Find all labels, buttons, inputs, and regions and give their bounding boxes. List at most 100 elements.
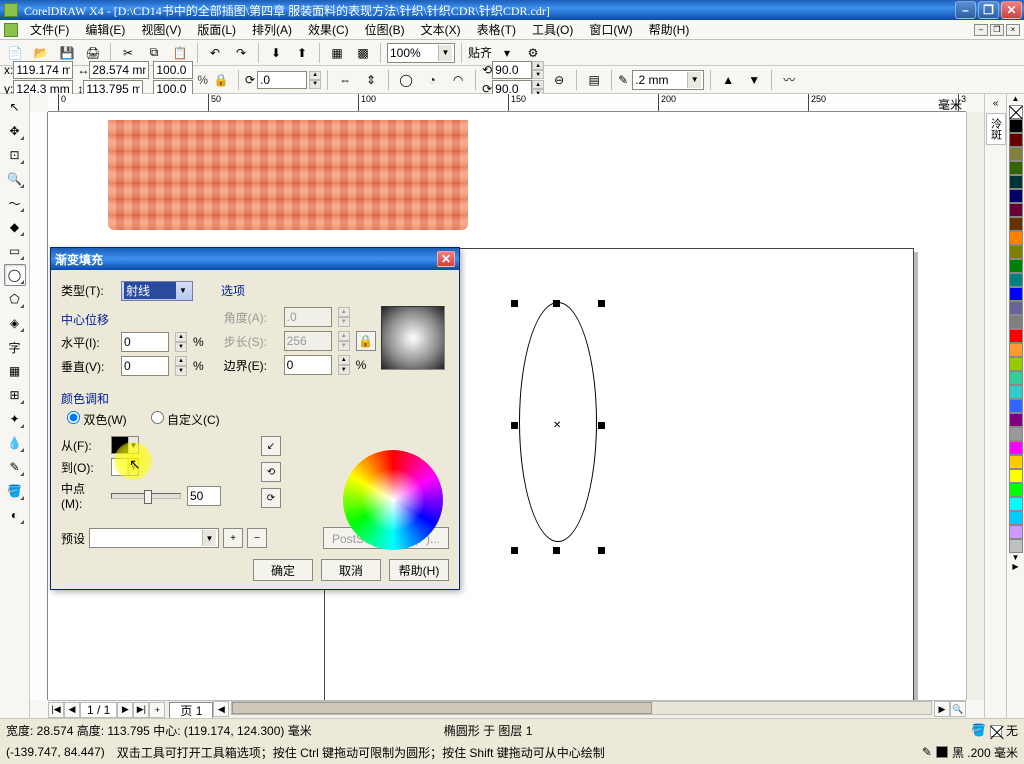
close-button[interactable]: ✕	[1001, 1, 1022, 19]
palette-swatch[interactable]	[1009, 245, 1023, 259]
palette-swatch[interactable]	[1009, 147, 1023, 161]
app-launcher[interactable]: ▦	[326, 42, 348, 64]
navigator-icon[interactable]: 🔍	[950, 701, 966, 717]
table-tool[interactable]: ▦	[4, 360, 26, 382]
edgepad-spinner[interactable]: ▲▼	[338, 355, 350, 375]
selected-ellipse[interactable]: ✕	[513, 302, 603, 552]
horiz-spinner[interactable]: ▲▼	[175, 332, 187, 352]
preset-remove-button[interactable]: −	[247, 528, 267, 548]
ok-button[interactable]: 确定	[253, 559, 313, 581]
hscroll-left[interactable]: ◀	[213, 701, 229, 717]
text-tool[interactable]: 字	[4, 336, 26, 358]
preset-add-button[interactable]: +	[223, 528, 243, 548]
menu-tools[interactable]: 工具(O)	[528, 20, 577, 39]
color-wheel[interactable]	[343, 450, 443, 550]
polygon-tool[interactable]: ⬠	[4, 288, 26, 310]
palette-swatch[interactable]	[1009, 329, 1023, 343]
lock-ratio-button[interactable]: 🔒	[210, 69, 232, 91]
palette-swatch[interactable]	[1009, 231, 1023, 245]
palette-swatch[interactable]	[1009, 427, 1023, 441]
palette-swatch[interactable]	[1009, 455, 1023, 469]
blend-cw-button[interactable]: ⟳	[261, 488, 281, 508]
basic-shapes-tool[interactable]: ◈	[4, 312, 26, 334]
first-page-button[interactable]: |◀	[48, 702, 64, 718]
wrap-text-button[interactable]: ▤	[583, 69, 605, 91]
docker-expand-icon[interactable]: «	[993, 98, 999, 109]
zoom-input[interactable]	[390, 46, 438, 60]
width-input[interactable]	[89, 61, 149, 79]
palette-swatch[interactable]	[1009, 469, 1023, 483]
palette-swatch[interactable]	[1009, 497, 1023, 511]
palette-swatch[interactable]	[1009, 133, 1023, 147]
palette-swatch[interactable]	[1009, 399, 1023, 413]
mdi-minimize[interactable]: –	[974, 24, 988, 36]
menu-help[interactable]: 帮助(H)	[645, 20, 694, 39]
hscroll-track[interactable]	[231, 701, 932, 715]
horizontal-ruler[interactable]: 0 50 100 150 200 250 300 毫米	[48, 94, 966, 112]
dialog-close-button[interactable]: ✕	[437, 251, 455, 267]
pick-tool[interactable]: ↖	[4, 96, 26, 118]
chevron-down-icon[interactable]: ▼	[176, 286, 190, 295]
next-page-button[interactable]: ▶	[117, 702, 133, 718]
palette-swatch[interactable]	[1009, 273, 1023, 287]
palette-swatch[interactable]	[1009, 371, 1023, 385]
hscroll-thumb[interactable]	[232, 702, 651, 714]
scale-x-input[interactable]	[153, 61, 193, 79]
dimension-tool[interactable]: ⊞	[4, 384, 26, 406]
crop-tool[interactable]: ⊡	[4, 144, 26, 166]
menu-window[interactable]: 窗口(W)	[585, 20, 636, 39]
arc-type-icon[interactable]: ◠	[447, 69, 469, 91]
type-combo[interactable]: 射线 ▼	[121, 281, 193, 301]
outline-tool[interactable]: ✎	[4, 456, 26, 478]
palette-swatch[interactable]	[1009, 483, 1023, 497]
palette-swatch[interactable]	[1009, 301, 1023, 315]
palette-swatch[interactable]	[1009, 525, 1023, 539]
zoom-tool[interactable]: 🔍	[4, 168, 26, 190]
docker-tab[interactable]: 泠斑	[986, 113, 1006, 145]
palette-swatch[interactable]	[1009, 203, 1023, 217]
prev-page-button[interactable]: ◀	[64, 702, 80, 718]
convert-curves-button[interactable]: 〰	[778, 69, 800, 91]
ellipse-type-icon[interactable]: ◯	[395, 69, 417, 91]
minimize-button[interactable]: –	[955, 1, 976, 19]
palette-swatch[interactable]	[1009, 441, 1023, 455]
export-button[interactable]: ⬆	[291, 42, 313, 64]
freehand-tool[interactable]: 〜	[4, 192, 26, 214]
dialog-titlebar[interactable]: 渐变填充 ✕	[51, 248, 459, 270]
palette-scroll-up[interactable]: ▲	[1012, 94, 1020, 103]
x-input[interactable]	[13, 61, 73, 79]
add-page-button[interactable]: +	[149, 702, 165, 718]
maximize-button[interactable]: ❐	[978, 1, 999, 19]
menu-effects[interactable]: 效果(C)	[304, 20, 353, 39]
palette-swatch[interactable]	[1009, 315, 1023, 329]
preset-combo[interactable]: ▼	[89, 528, 219, 548]
cancel-button[interactable]: 取消	[321, 559, 381, 581]
custom-radio[interactable]: 自定义(C)	[151, 411, 220, 428]
zoom-combo[interactable]: ▼	[387, 43, 455, 63]
to-front-button[interactable]: ▲	[717, 69, 739, 91]
shape-tool[interactable]: ✥	[4, 120, 26, 142]
palette-swatch[interactable]	[1009, 287, 1023, 301]
interactive-tool[interactable]: ✦	[4, 408, 26, 430]
vert-spinner[interactable]: ▲▼	[175, 356, 187, 376]
chevron-down-icon[interactable]: ▼	[438, 45, 452, 61]
blend-direct-button[interactable]: ↙	[261, 436, 281, 456]
fill-none-swatch[interactable]	[990, 725, 1002, 737]
hscroll-right[interactable]: ▶	[934, 701, 950, 717]
chevron-down-icon[interactable]: ▼	[687, 72, 701, 88]
rectangle-tool[interactable]: ▭	[4, 240, 26, 262]
palette-swatch[interactable]	[1009, 539, 1023, 553]
menu-arrange[interactable]: 排列(A)	[248, 20, 296, 39]
from-color-picker[interactable]: ▼	[111, 436, 139, 454]
palette-swatch[interactable]	[1009, 119, 1023, 133]
steps-lock-button[interactable]: 🔒	[356, 331, 376, 351]
direction-button[interactable]: ⊖	[548, 69, 570, 91]
to-back-button[interactable]: ▼	[743, 69, 765, 91]
outline-color-swatch[interactable]	[936, 746, 948, 758]
mdi-restore[interactable]: ❐	[990, 24, 1004, 36]
midpoint-slider[interactable]	[111, 493, 181, 499]
pie-type-icon[interactable]: ◔	[421, 69, 443, 91]
rotate-input[interactable]	[257, 71, 307, 89]
knit-artwork[interactable]	[108, 120, 468, 230]
palette-swatch[interactable]	[1009, 357, 1023, 371]
